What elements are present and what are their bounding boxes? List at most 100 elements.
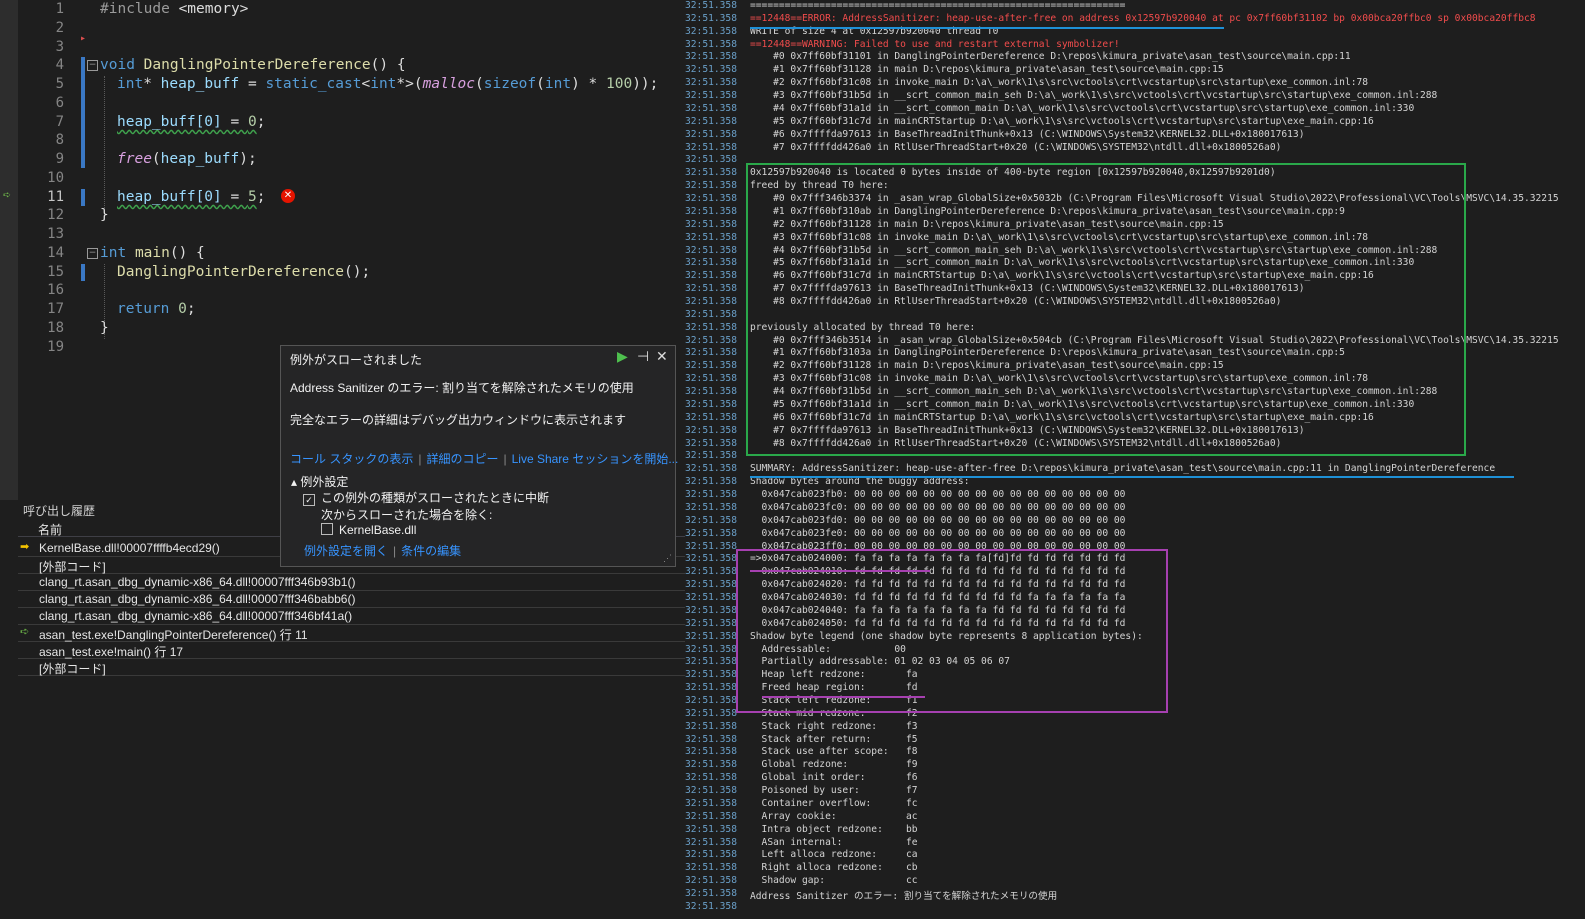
call-stack-row[interactable]: clang_rt.asan_dbg_dynamic-x86_64.dll!000…: [18, 591, 685, 608]
copy-details-link[interactable]: 詳細のコピー: [426, 452, 498, 466]
call-stack-row[interactable]: [外部コード]: [18, 659, 685, 676]
output-line: Global redzone: f9: [750, 759, 918, 771]
code-line-17: return 0;: [117, 301, 196, 317]
line-number: 18: [47, 320, 64, 336]
output-timestamp: 32:51.358: [685, 25, 737, 37]
output-timestamp: 32:51.358: [685, 308, 737, 320]
output-timestamp: 32:51.358: [685, 875, 737, 887]
output-timestamp: 32:51.358: [685, 386, 737, 398]
output-timestamp: 32:51.358: [685, 450, 737, 462]
code-line-15: DanglingPointerDereference();: [117, 264, 371, 280]
debug-output-pane[interactable]: 32:51.358 ===============================…: [685, 0, 1585, 919]
resize-grip-icon[interactable]: ⋰: [663, 553, 672, 564]
close-icon[interactable]: ✕: [656, 348, 668, 365]
code-line-9: free(heap_buff);: [117, 151, 257, 167]
call-stack-title: 呼び出し履歴: [23, 504, 96, 518]
output-line: 0x047cab023fc0: 00 00 00 00 00 00 00 00 …: [750, 501, 1126, 513]
output-timestamp: 32:51.358: [685, 823, 737, 835]
output-line: Right alloca redzone: cb: [750, 862, 918, 874]
collapse-toggle-icon[interactable]: −: [87, 248, 98, 259]
output-timestamp: 32:51.358: [685, 810, 737, 822]
exception-detail: 完全なエラーの詳細はデバッグ出力ウィンドウに表示されます: [290, 413, 627, 427]
frame-arrow-icon: ➪: [20, 626, 30, 638]
output-timestamp: 32:51.358: [685, 360, 737, 372]
output-timestamp: 32:51.358: [685, 733, 737, 745]
output-timestamp: 32:51.358: [685, 321, 737, 333]
open-exception-settings-link[interactable]: 例外設定を開く: [304, 544, 388, 558]
break-on-throw-checkbox[interactable]: ✓ この例外の種類がスローされたときに中断: [303, 489, 549, 506]
output-timestamp: 32:51.358: [685, 501, 737, 513]
column-name-header[interactable]: 名前: [38, 521, 62, 538]
popup-title: 例外がスローされました: [290, 353, 423, 367]
output-timestamp: 32:51.358: [685, 463, 737, 475]
edit-conditions-link[interactable]: 条件の編集: [401, 544, 461, 558]
output-line: ==12448==ERROR: AddressSanitizer: heap-u…: [750, 12, 1536, 24]
output-timestamp: 32:51.358: [685, 218, 737, 230]
output-timestamp: 32:51.358: [685, 231, 737, 243]
output-timestamp: 32:51.358: [685, 51, 737, 63]
output-timestamp: 32:51.358: [685, 514, 737, 526]
output-timestamp: 32:51.358: [685, 373, 737, 385]
kernelbase-checkbox[interactable]: KernelBase.dll: [321, 523, 416, 537]
line-number: 13: [47, 226, 64, 242]
output-timestamp: 32:51.358: [685, 193, 737, 205]
line-number: 4: [55, 57, 64, 73]
output-line: 0x047cab023fb0: 00 00 00 00 00 00 00 00 …: [750, 489, 1126, 501]
output-line: #2 0x7ff60bf31c08 in invoke_main D:\a\_w…: [750, 77, 1369, 89]
except-when-label: 次からスローされた場合を除く:: [321, 508, 493, 522]
output-line: #7 0x7ffffdd426a0 in RtlUserThreadStart+…: [750, 141, 1282, 153]
output-timestamp: 32:51.358: [685, 296, 737, 307]
freed-region-highlight-box: [746, 163, 1466, 456]
output-timestamp: 32:51.358: [685, 270, 737, 282]
call-stack-row[interactable]: ➪ asan_test.exe!DanglingPointerDereferenc…: [18, 625, 685, 642]
line-number: 1: [55, 1, 64, 17]
line-number: 12: [47, 207, 64, 223]
freed-legend-underline: [762, 696, 925, 698]
exception-settings-section[interactable]: ▴ 例外設定: [291, 473, 348, 490]
output-timestamp: 32:51.358: [685, 849, 737, 861]
output-timestamp: 32:51.358: [685, 64, 737, 76]
output-timestamp: 32:51.358: [685, 746, 737, 758]
call-stack-row[interactable]: clang_rt.asan_dbg_dynamic-x86_64.dll!000…: [18, 608, 685, 625]
output-timestamp: 32:51.358: [685, 720, 737, 732]
call-stack-row[interactable]: asan_test.exe!main() 行 17: [18, 642, 685, 659]
continue-icon[interactable]: ▶: [617, 348, 628, 365]
exception-error-icon[interactable]: ✕: [281, 189, 295, 203]
line-number: 3: [55, 39, 64, 55]
output-line: #4 0x7ff60bf31a1d in __scrt_common_main …: [750, 102, 1415, 114]
output-line: Poisoned by user: f7: [750, 785, 918, 797]
output-timestamp: 32:51.358: [685, 476, 737, 488]
checkbox-unchecked-icon: [321, 523, 333, 535]
view-callstack-link[interactable]: コール スタックの表示: [290, 452, 413, 466]
output-timestamp: 32:51.358: [685, 38, 737, 50]
output-line: Container overflow: fc: [750, 797, 918, 809]
shadow-bytes-highlight-box: [736, 549, 1168, 713]
change-bar: [81, 264, 85, 281]
output-line: Stack right redzone: f3: [750, 720, 918, 732]
output-line: Array cookie: ac: [750, 810, 918, 822]
live-share-link[interactable]: Live Share セッションを開始...: [512, 452, 679, 466]
exception-message: Address Sanitizer のエラー: 割り当てを解除されたメモリの使用: [290, 381, 634, 395]
line-number: 19: [47, 339, 64, 355]
output-line: 0x047cab023fe0: 00 00 00 00 00 00 00 00 …: [750, 527, 1126, 539]
output-line: #0 0x7ff60bf31101 in DanglingPointerDere…: [750, 51, 1351, 63]
output-timestamp: 32:51.358: [685, 90, 737, 102]
output-line: Stack after return: f5: [750, 733, 918, 745]
exception-helper-popup[interactable]: 例外がスローされました ▶ ⊣ ✕ Address Sanitizer のエラー…: [280, 345, 679, 567]
output-line: Left alloca redzone: ca: [750, 849, 918, 861]
line-number: 9: [55, 151, 64, 167]
output-line: ==12448==WARNING: Failed to use and rest…: [750, 38, 1120, 50]
output-timestamp: 32:51.358: [685, 411, 737, 423]
indent-guide: [104, 76, 105, 208]
output-timestamp: 32:51.358: [685, 115, 737, 127]
pin-icon[interactable]: ⊣: [637, 348, 649, 365]
collapse-toggle-icon[interactable]: −: [87, 60, 98, 71]
output-timestamp: 32:51.358: [685, 0, 737, 11]
output-line: #1 0x7ff60bf31128 in main D:\repos\kimur…: [750, 64, 1224, 76]
code-line-11: heap_buff[0] = 5;: [117, 189, 266, 205]
call-stack-row[interactable]: clang_rt.asan_dbg_dynamic-x86_64.dll!000…: [18, 574, 685, 591]
output-line: ASan internal: fe: [750, 836, 918, 848]
checkbox-checked-icon: ✓: [303, 494, 315, 506]
output-timestamp: 32:51.358: [685, 12, 737, 24]
bookmark-marker-icon: ▸: [80, 33, 87, 44]
